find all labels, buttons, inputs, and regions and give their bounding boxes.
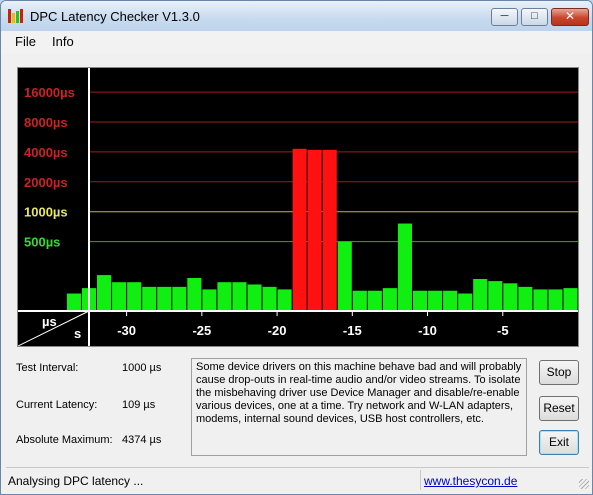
latency-bar [66,293,81,311]
latency-bar [548,289,563,311]
app-icon-bar [12,13,15,23]
latency-bar [157,286,172,311]
latency-bar [337,241,352,311]
latency-bar [247,284,262,311]
status-message-box: Some device drivers on this machine beha… [191,358,527,456]
y-axis-label: 1000µs [24,205,68,220]
latency-bar [473,279,488,311]
latency-bar [232,282,247,311]
test-interval-value: 1000 µs [122,362,162,374]
close-icon: ✕ [564,9,576,23]
latency-bar [217,282,232,311]
minimize-button[interactable]: ─ [491,8,518,26]
title-bar[interactable]: DPC Latency Checker V1.3.0 ─ □ ✕ [1,1,592,31]
status-divider [420,470,421,490]
latency-chart: 16000µs 8000µs 4000µs 2000µs 1000µs 500µs µs s -… [17,67,579,347]
absolute-maximum-value: 4374 µs [122,434,162,446]
menu-file[interactable]: File [15,34,36,49]
latency-chart-svg: 16000µs 8000µs 4000µs 2000µs 1000µs 500µs µs s -… [18,68,578,346]
latency-bar [142,286,157,311]
app-icon-bar [20,9,23,23]
main-window: DPC Latency Checker V1.3.0 ─ □ ✕ File In… [0,0,593,495]
maximize-icon: □ [531,10,538,22]
latency-bar [202,289,217,311]
latency-bar [488,281,503,311]
app-bars-icon [8,9,24,23]
status-text: Analysing DPC latency ... [8,474,144,488]
reset-button[interactable]: Reset [539,396,579,421]
latency-bar [428,290,443,311]
stop-button[interactable]: Stop [539,360,579,385]
latency-bar [127,282,142,311]
y-axis-label: 16000µs [24,85,75,100]
latency-bar [352,290,367,311]
latency-bar [563,288,578,311]
x-tick-label: -5 [497,323,509,338]
latency-bar [307,149,322,311]
latency-bar [458,293,473,311]
x-tick-label: -20 [268,323,287,338]
current-latency-label: Current Latency: [16,399,98,411]
latency-bar [112,282,127,311]
resize-grip[interactable] [579,479,589,489]
app-icon-bar [8,9,11,23]
latency-bar [533,289,548,311]
latency-bar [518,286,533,311]
close-button[interactable]: ✕ [551,8,589,26]
y-axis-label: 2000µs [24,175,68,190]
y-axis-label: 500µs [24,235,60,250]
latency-bar [262,286,277,311]
y-axis-label: 4000µs [24,145,68,160]
x-tick-label: -10 [418,323,437,338]
latency-bar [412,290,428,311]
minimize-icon: ─ [500,10,509,22]
x-tick-label: -25 [192,323,211,338]
latency-bar [172,286,187,311]
latency-bar [292,148,307,311]
app-icon-bar [16,11,19,23]
latency-bar [97,275,112,311]
latency-bar [187,277,202,311]
latency-bar [443,290,458,311]
y-axis-label: 8000µs [24,115,68,130]
menu-info[interactable]: Info [52,34,74,49]
latency-bar [322,149,337,311]
maximize-button[interactable]: □ [521,8,548,26]
latency-bar [367,290,382,311]
website-link[interactable]: www.thesycon.de [424,474,517,488]
menu-bar: File Info [1,31,592,53]
absolute-maximum-label: Absolute Maximum: [16,434,113,446]
status-bar: Analysing DPC latency ... www.thesycon.d… [6,467,589,491]
latency-bar [277,289,292,311]
current-latency-value: 109 µs [122,399,156,411]
corner-label-s: s [74,326,81,341]
latency-bar [382,288,397,311]
latency-bar [503,283,518,311]
window-title: DPC Latency Checker V1.3.0 [30,9,200,24]
x-tick-label: -30 [117,323,136,338]
exit-button[interactable]: Exit [539,430,579,455]
corner-label-us: µs [42,314,57,329]
test-interval-label: Test Interval: [16,362,79,374]
x-tick-label: -15 [343,323,362,338]
latency-bar [397,223,412,311]
